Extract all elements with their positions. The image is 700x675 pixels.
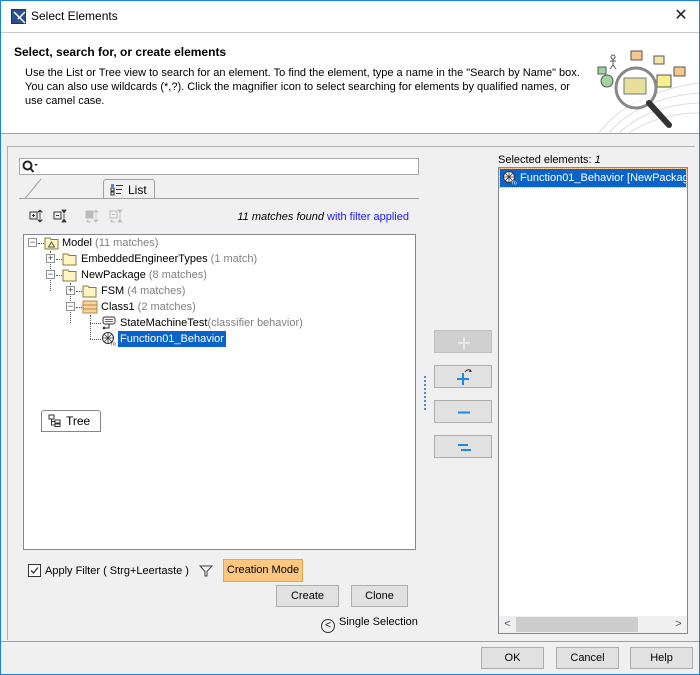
- cancel-button[interactable]: Cancel: [556, 647, 619, 669]
- tree-item-newpackage[interactable]: NewPackage (8 matches): [81, 267, 207, 283]
- minus-icon: [458, 411, 470, 414]
- svg-text:fo: fo: [512, 181, 517, 186]
- chevron-left-icon: <: [321, 619, 335, 633]
- state-machine-icon: [102, 316, 116, 330]
- tab-list-label: List: [128, 183, 147, 197]
- remove-all-icon: [458, 444, 471, 451]
- header-banner: Select, search for, or create elements U…: [1, 32, 699, 134]
- magnifier-illustration-icon: [597, 50, 699, 134]
- horizontal-scrollbar[interactable]: < >: [499, 616, 687, 633]
- single-selection-label: Single Selection: [339, 616, 418, 628]
- tab-tree[interactable]: Tree: [41, 410, 101, 432]
- function-behavior-icon: fo: [503, 171, 517, 186]
- matches-status: 11 matches found with filter applied: [237, 211, 409, 223]
- tab-decoration: [19, 178, 42, 199]
- collapse-all-icon[interactable]: [53, 208, 69, 224]
- view-tabs: Tree List: [19, 177, 419, 432]
- search-input[interactable]: [19, 158, 419, 175]
- selected-item-label: Function01_Behavior [NewPackage::Class1]: [520, 172, 686, 184]
- splitter-handle[interactable]: [424, 376, 427, 410]
- apply-filter-checkbox[interactable]: [28, 564, 41, 577]
- add-button: [434, 330, 492, 353]
- function-behavior-icon: fo: [102, 332, 116, 347]
- create-button[interactable]: Create: [276, 585, 339, 607]
- class-icon: [82, 300, 98, 314]
- close-button[interactable]: ✕: [669, 5, 693, 27]
- plus-recursive-icon: [457, 369, 472, 385]
- select-elements-dialog: Select Elements ✕ Select, search for, or…: [0, 0, 700, 675]
- selected-count: 1: [594, 154, 601, 166]
- creation-mode-button[interactable]: Creation Mode: [223, 559, 303, 582]
- selected-elements-list[interactable]: fo Function01_Behavior [NewPackage::Clas…: [498, 167, 688, 634]
- svg-text:fo: fo: [111, 342, 116, 347]
- filter-funnel-icon[interactable]: [199, 564, 213, 578]
- header-description: Use the List or Tree view to search for …: [25, 67, 580, 107]
- single-selection-toggle[interactable]: < Single Selection: [321, 616, 418, 633]
- collapse-toggle[interactable]: −: [66, 302, 75, 311]
- tree-connector: [90, 323, 101, 324]
- clone-button[interactable]: Clone: [351, 585, 408, 607]
- element-tree[interactable]: − Model (11 matches) + EmbeddedEngineerT…: [23, 234, 416, 550]
- ok-button[interactable]: OK: [481, 647, 544, 669]
- tree-item-function01-behavior[interactable]: Function01_Behavior: [118, 331, 226, 347]
- tree-item-model[interactable]: Model (11 matches): [62, 235, 158, 251]
- package-icon: [62, 253, 77, 266]
- scrollbar-thumb[interactable]: [516, 617, 638, 632]
- apply-filter-label: Apply Filter ( Strg+Leertaste ): [45, 565, 189, 577]
- footer-divider: [1, 641, 699, 642]
- header-title: Select, search for, or create elements: [14, 45, 227, 59]
- add-recursively-button[interactable]: [434, 365, 492, 388]
- title-bar: Select Elements ✕: [1, 1, 699, 32]
- scroll-right-button[interactable]: >: [670, 616, 687, 633]
- tree-item-embeddedengineertypes[interactable]: EmbeddedEngineerTypes (1 match): [81, 251, 257, 267]
- tab-list[interactable]: List: [103, 179, 155, 198]
- expand-selected-icon: [85, 209, 99, 223]
- collapse-selected-icon: [109, 209, 123, 223]
- selected-item[interactable]: fo Function01_Behavior [NewPackage::Clas…: [499, 168, 687, 188]
- expand-toggle[interactable]: +: [46, 254, 55, 263]
- plus-icon: [458, 337, 470, 349]
- collapse-toggle[interactable]: −: [46, 270, 55, 279]
- checkmark-icon: [30, 567, 39, 574]
- remove-button[interactable]: [434, 400, 492, 423]
- package-icon: [82, 285, 97, 298]
- expand-toggle[interactable]: +: [66, 286, 75, 295]
- tree-item-class1[interactable]: Class1 (2 matches): [101, 299, 196, 315]
- tree-connector: [90, 339, 101, 340]
- list-icon: [110, 184, 123, 196]
- tree-item-statemachinetest[interactable]: StateMachineTest(classifier behavior): [120, 315, 303, 331]
- matches-filter-link[interactable]: with filter applied: [324, 211, 409, 223]
- tree-item-fsm[interactable]: FSM (4 matches): [101, 283, 185, 299]
- expand-all-icon[interactable]: [29, 208, 45, 224]
- tab-tree-label: Tree: [66, 414, 91, 428]
- tree-connector: [90, 315, 91, 339]
- app-icon: [11, 9, 26, 24]
- selected-elements-label: Selected elements: 1: [498, 154, 601, 166]
- help-button[interactable]: Help: [630, 647, 693, 669]
- magnifier-icon[interactable]: [22, 160, 40, 174]
- matches-count: 11 matches found: [237, 211, 324, 223]
- tabs-divider: [19, 198, 419, 199]
- scroll-left-button[interactable]: <: [499, 616, 516, 633]
- model-icon: [44, 237, 59, 250]
- tree-icon: [48, 414, 61, 427]
- remove-all-button[interactable]: [434, 435, 492, 458]
- collapse-toggle[interactable]: −: [28, 238, 37, 247]
- package-icon: [62, 269, 77, 282]
- window-title: Select Elements: [31, 9, 118, 23]
